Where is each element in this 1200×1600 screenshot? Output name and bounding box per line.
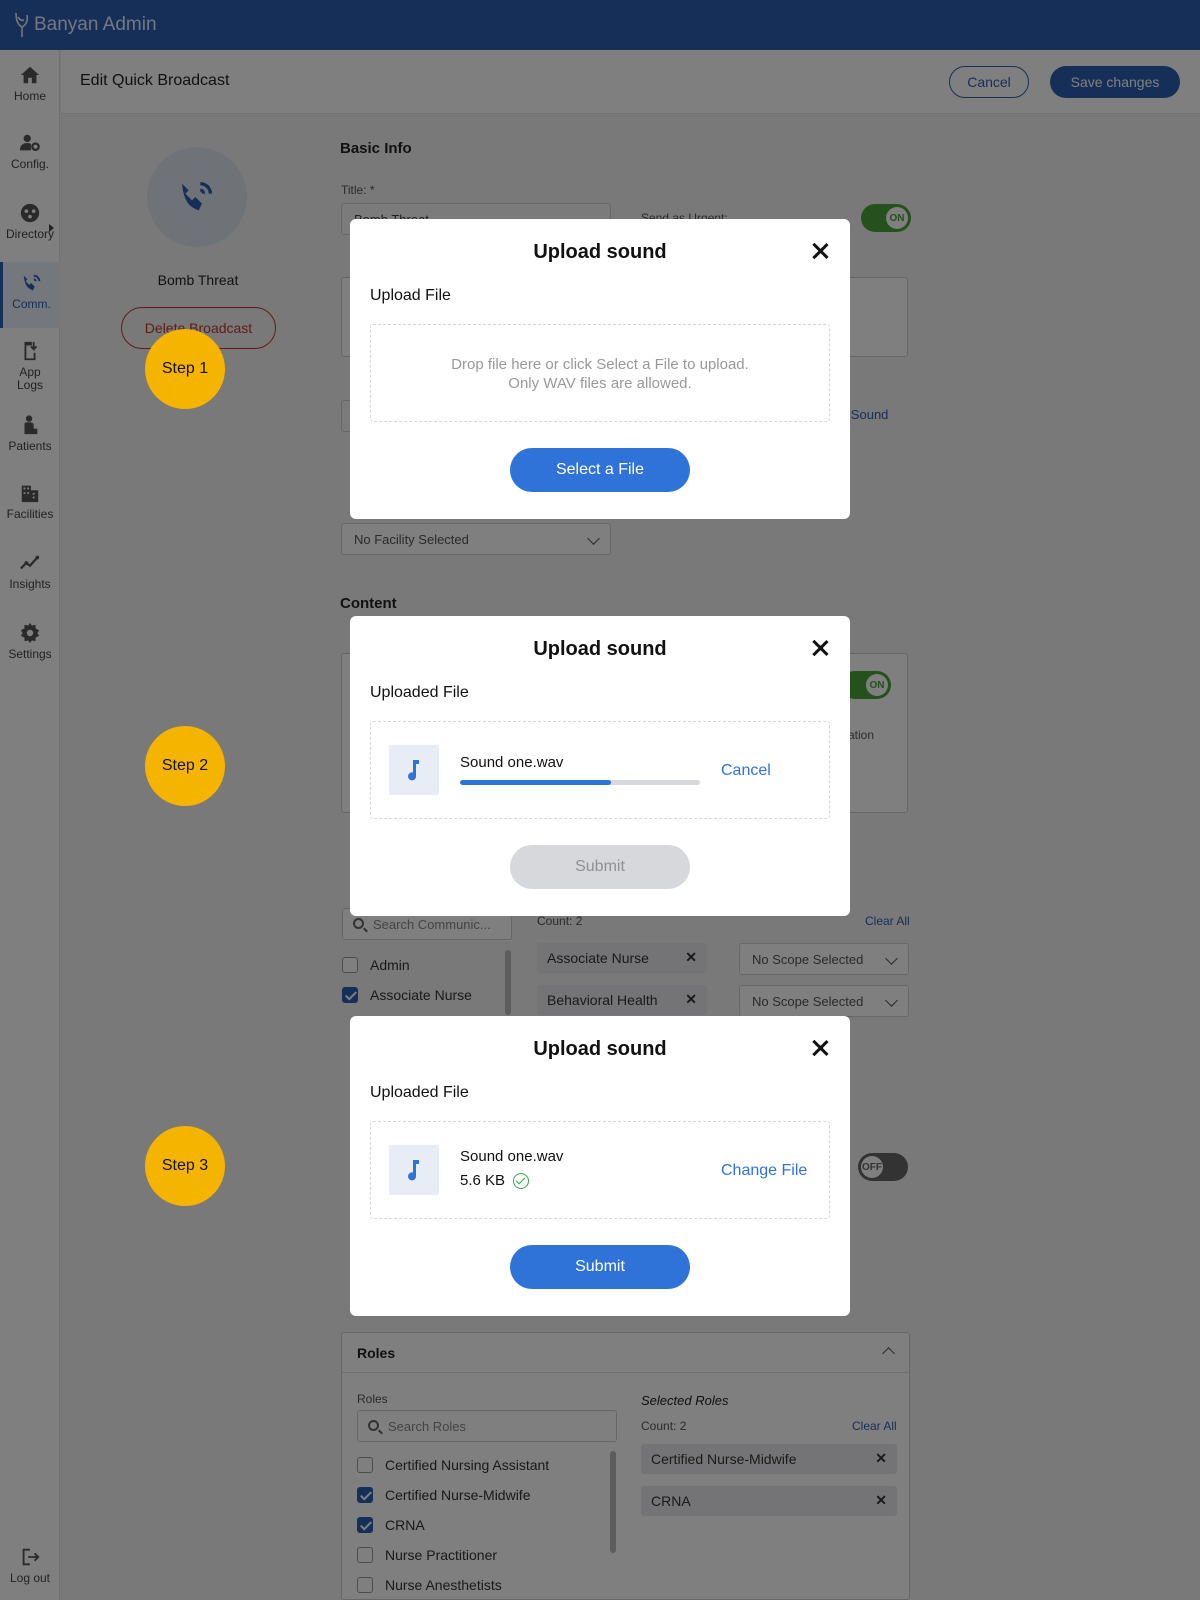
modal-title: Upload sound <box>533 241 667 263</box>
check-circle-icon <box>513 1172 530 1189</box>
uploaded-file-card: Sound one.wav 5.6 KB Change File <box>370 1121 830 1219</box>
upload-progress-bar <box>460 780 700 785</box>
step-badge-2: Step 2 <box>145 726 225 806</box>
modal-subtitle: Uploaded File <box>370 684 469 701</box>
modal-subtitle: Uploaded File <box>370 1084 469 1101</box>
modal-title: Upload sound <box>533 638 667 660</box>
change-file-link[interactable]: Change File <box>721 1162 807 1180</box>
upload-sound-modal-step3: Upload sound Uploaded File Sound one.wav… <box>350 1016 850 1316</box>
modal-title: Upload sound <box>533 1038 667 1060</box>
step-badge-3: Step 3 <box>145 1126 225 1206</box>
music-note-icon <box>389 1145 439 1195</box>
close-icon[interactable] <box>810 241 830 261</box>
file-size: 5.6 KB <box>460 1172 506 1189</box>
file-name: Sound one.wav <box>460 754 564 771</box>
dropzone-instructions: Drop file here or click Select a File to… <box>451 356 749 392</box>
select-file-button[interactable]: Select a File <box>510 448 690 492</box>
uploaded-file-card: Sound one.wav Cancel <box>370 721 830 819</box>
close-icon[interactable] <box>810 1038 830 1058</box>
submit-button[interactable]: Submit <box>510 1245 690 1289</box>
file-dropzone[interactable]: Drop file here or click Select a File to… <box>370 324 830 422</box>
modal-subtitle: Upload File <box>370 287 451 304</box>
submit-button[interactable]: Submit <box>510 845 690 889</box>
music-note-icon <box>389 745 439 795</box>
file-name: Sound one.wav <box>460 1148 564 1165</box>
close-icon[interactable] <box>810 638 830 658</box>
file-size-row: 5.6 KB <box>460 1172 530 1189</box>
cancel-upload-link[interactable]: Cancel <box>721 762 771 780</box>
upload-progress-fill <box>460 780 612 785</box>
upload-sound-modal-step2: Upload sound Uploaded File Sound one.wav… <box>350 616 850 916</box>
step-badge-1: Step 1 <box>145 329 225 409</box>
upload-sound-modal-step1: Upload sound Upload File Drop file here … <box>350 219 850 519</box>
